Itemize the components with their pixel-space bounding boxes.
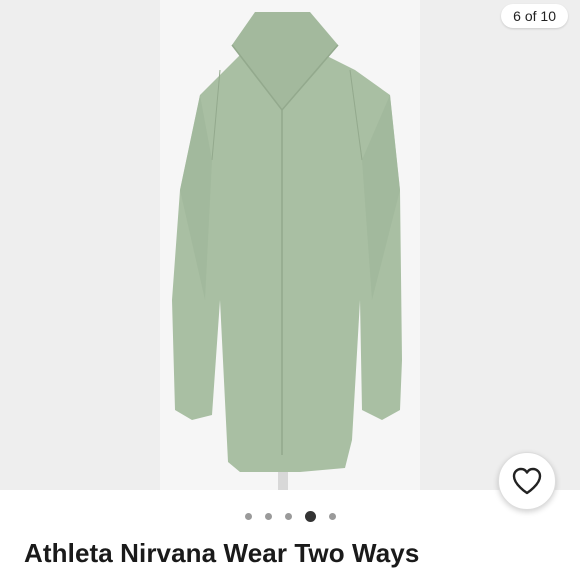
like-button[interactable]	[498, 452, 556, 510]
carousel-indicator	[0, 511, 580, 522]
image-counter: 6 of 10	[501, 4, 568, 28]
cardigan-image	[172, 12, 402, 490]
carousel-dot[interactable]	[244, 513, 252, 520]
carousel-dot[interactable]	[264, 513, 272, 520]
listing-title: Athleta Nirvana Wear Two Ways	[24, 538, 420, 568]
carousel-dot[interactable]	[328, 513, 336, 520]
carousel-dot[interactable]	[284, 513, 292, 520]
carousel-dot-active[interactable]	[304, 511, 316, 522]
product-photo[interactable]: 6 of 10	[0, 0, 580, 490]
heart-icon	[512, 467, 542, 495]
